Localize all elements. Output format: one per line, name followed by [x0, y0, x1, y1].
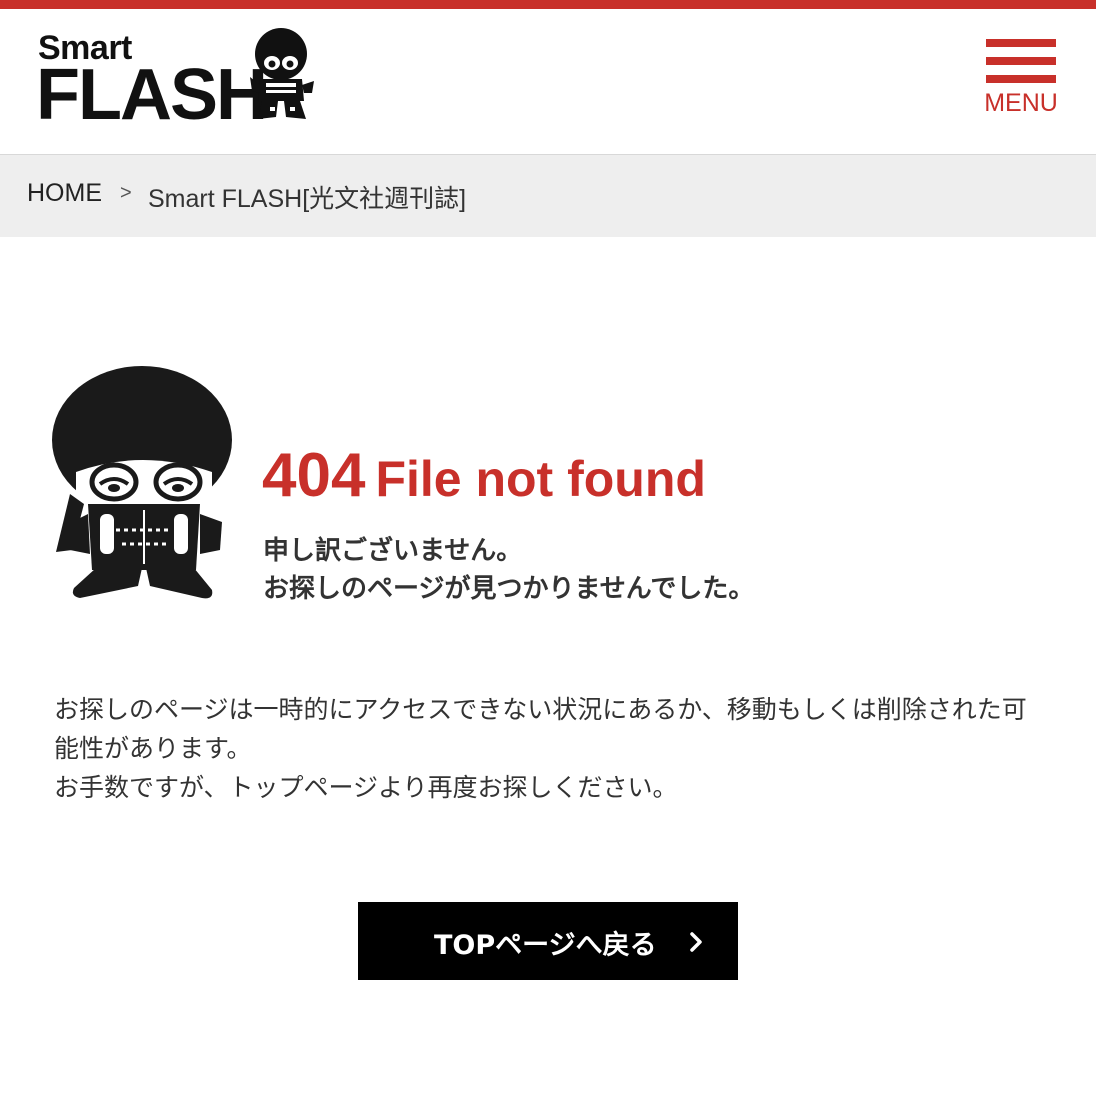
error-section: 404 File not found 申し訳ございません。 お探しのページが見つか… — [0, 360, 1096, 610]
breadcrumb-current: Smart FLASH[光文社週刊誌] — [148, 185, 467, 213]
error-message: File not found — [375, 451, 706, 507]
ninja-mascot-image — [52, 366, 232, 599]
logo-flash-text: FLASH — [36, 55, 268, 135]
breadcrumb-home-link[interactable]: HOME — [27, 179, 102, 208]
menu-label: MENU — [984, 89, 1058, 117]
apology-line-2: お探しのページが見つかりませんでした。 — [263, 574, 755, 604]
top-accent-stripe — [0, 0, 1096, 9]
apology-line-1: 申し訳ございません。 — [263, 536, 523, 566]
breadcrumb: HOME > Smart FLASH[光文社週刊誌] — [0, 155, 1096, 237]
breadcrumb-separator: > — [120, 182, 132, 204]
back-to-top-page-button[interactable]: TOPページへ戻る — [358, 902, 738, 980]
menu-button[interactable]: MENU — [972, 37, 1068, 123]
description-line-2: お手数ですが、トップページより再度お探しください。 — [54, 773, 678, 802]
chevron-right-icon — [690, 932, 702, 952]
site-header: Smart FLASH MENU — [0, 13, 1096, 155]
back-to-top-page-label: TOPページへ戻る — [434, 930, 657, 961]
error-title: 404 File not found — [262, 440, 706, 511]
description-line-1: お探しのページは一時的にアクセスできない状況にあるか、移動もしくは削除された可能… — [54, 695, 1027, 763]
apology-text: 申し訳ございません。 お探しのページが見つかりませんでした。 — [263, 532, 754, 608]
error-description: お探しのページは一時的にアクセスできない状況にあるか、移動もしくは削除された可能… — [54, 690, 1044, 807]
site-logo[interactable]: Smart FLASH — [36, 27, 326, 131]
error-code: 404 — [262, 441, 366, 510]
ninja-logo-icon — [250, 28, 314, 119]
